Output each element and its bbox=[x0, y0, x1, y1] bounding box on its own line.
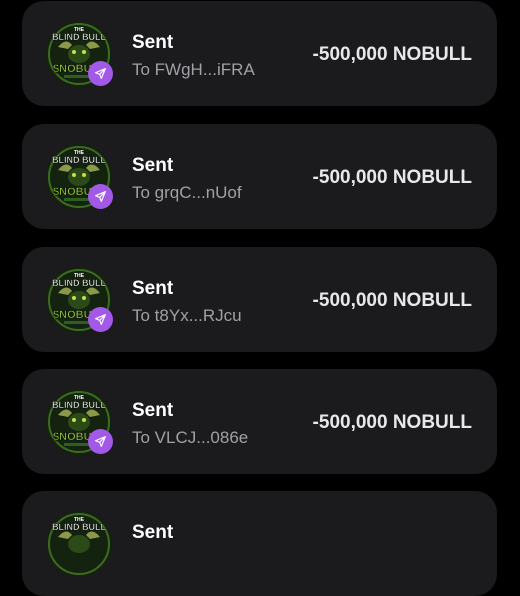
transaction-recipient: To grqC...nUof bbox=[132, 183, 242, 202]
svg-text:BLIND BULL: BLIND BULL bbox=[52, 400, 106, 410]
transaction-title: Sent bbox=[132, 400, 174, 421]
transaction-row[interactable]: THE BLIND BULL $NOBULL Sent To grqC...nU… bbox=[22, 124, 497, 229]
transaction-amount: -500,000 NOBULL bbox=[312, 290, 472, 311]
transaction-title: Sent bbox=[132, 155, 174, 176]
svg-text:BLIND BULL: BLIND BULL bbox=[52, 32, 106, 42]
transaction-title: Sent bbox=[132, 278, 174, 299]
token-avatar: THE BLIND BULL $NOBULL bbox=[46, 144, 113, 210]
send-arrow-icon bbox=[88, 184, 113, 209]
transaction-recipient: To t8Yx...RJcu bbox=[132, 306, 242, 325]
token-avatar: THE BLIND BULL $NOBULL bbox=[46, 389, 113, 455]
transaction-row[interactable]: THE BLIND BULL $NOBULL Sent To t8Yx...RJ… bbox=[22, 247, 497, 352]
transaction-title: Sent bbox=[132, 522, 174, 543]
transaction-row[interactable]: THE BLIND BULL $NOBULL Sent To VLCJ...08… bbox=[22, 369, 497, 474]
token-avatar: THE BLIND BULL $NOBULL bbox=[46, 267, 113, 333]
transaction-row[interactable]: THE BLIND BULL $NOBULL Sent To FWgH...iF… bbox=[22, 1, 497, 106]
svg-text:BLIND BULL: BLIND BULL bbox=[52, 278, 106, 288]
transaction-amount: -500,000 NOBULL bbox=[312, 167, 472, 188]
token-logo-icon: THE BLIND BULL bbox=[46, 511, 112, 577]
token-avatar: THE BLIND BULL $NOBULL bbox=[46, 21, 113, 87]
transaction-recipient: To VLCJ...086e bbox=[132, 428, 249, 447]
transaction-row[interactable]: THE BLIND BULL Sent bbox=[22, 491, 497, 596]
send-arrow-icon bbox=[88, 307, 113, 332]
send-arrow-icon bbox=[88, 61, 113, 86]
transaction-title: Sent bbox=[132, 32, 174, 53]
transaction-recipient: To FWgH...iFRA bbox=[132, 60, 255, 79]
send-arrow-icon bbox=[88, 429, 113, 454]
token-avatar: THE BLIND BULL bbox=[46, 511, 112, 577]
transaction-amount: -500,000 NOBULL bbox=[312, 412, 472, 433]
transaction-list: THE BLIND BULL $NOBULL Sent To FWgH...iF… bbox=[0, 0, 520, 596]
transaction-amount: -500,000 NOBULL bbox=[312, 44, 472, 65]
svg-text:BLIND BULL: BLIND BULL bbox=[52, 155, 106, 165]
